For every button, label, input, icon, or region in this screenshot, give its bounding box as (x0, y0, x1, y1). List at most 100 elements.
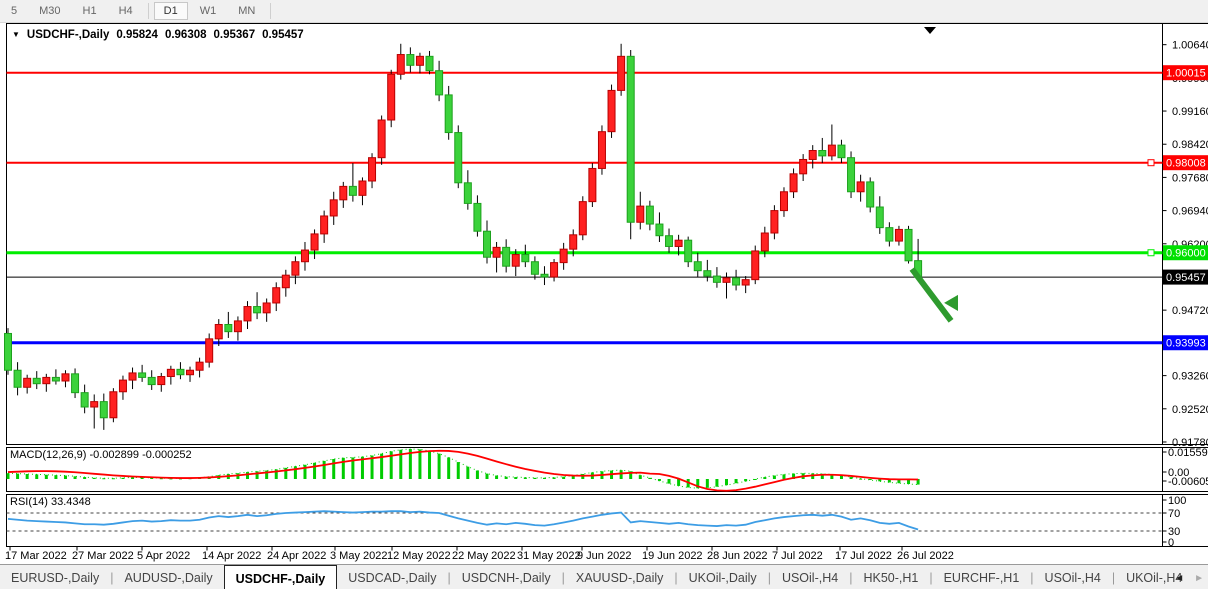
candle-up (378, 120, 385, 158)
candle-down (464, 183, 471, 204)
trading-terminal-window: 5M30H1H4 D1W1MN ▼ USDCHF-,Daily 0.95824 0… (0, 0, 1208, 589)
candle-up (24, 378, 31, 387)
candle-down (694, 262, 701, 271)
macd-hist-bar (332, 459, 335, 479)
chart-tab-eurusd-daily[interactable]: EURUSD-,Daily (0, 565, 110, 589)
candle-down (733, 278, 740, 285)
date-axis-label[interactable]: 7 Jul 2022 (772, 550, 823, 562)
date-axis-label[interactable]: 9 Jun 2022 (577, 550, 631, 562)
symbol-dropdown-icon[interactable]: ▼ (12, 30, 20, 39)
hline-handle[interactable] (1148, 250, 1154, 256)
price-axis-label: 0.96940 (1172, 206, 1208, 218)
candle-down (848, 158, 855, 192)
timeframe-button-5[interactable]: 5 (1, 2, 27, 20)
candle-down (522, 255, 529, 262)
macd-hist-bar (562, 477, 565, 479)
timeframe-button-h1[interactable]: H1 (73, 2, 107, 20)
candle-down (426, 56, 433, 70)
date-axis-label[interactable]: 14 Apr 2022 (202, 550, 261, 562)
timeframe-button-w1[interactable]: W1 (190, 2, 227, 20)
macd-hist-bar (715, 479, 718, 487)
macd-hist-bar (64, 476, 67, 479)
chart-tab-usdchf-daily[interactable]: USDCHF-,Daily (224, 565, 338, 589)
candle-up (167, 369, 174, 376)
candle-up (761, 233, 768, 251)
date-axis-label[interactable]: 12 May 2022 (387, 550, 451, 562)
candle-up (780, 192, 787, 211)
candle-up (282, 275, 289, 288)
macd-hist-bar (533, 478, 536, 479)
candle-up (618, 56, 625, 90)
candle-up (340, 186, 347, 199)
candle-down (5, 333, 12, 370)
macd-hist-bar (54, 475, 57, 479)
chart-tab-eurchf-h1[interactable]: EURCHF-,H1 (933, 565, 1031, 589)
timeframe-button-m30[interactable]: M30 (29, 2, 70, 20)
chart-tab-usdcnh-daily[interactable]: USDCNH-,Daily (451, 565, 562, 589)
candle-up (321, 216, 328, 234)
price-axis-label: 0.99160 (1172, 106, 1208, 118)
macd-axis-label: -0.006055 (1168, 476, 1208, 488)
chart-area: ▼ USDCHF-,Daily 0.95824 0.96308 0.95367 … (0, 23, 1208, 564)
candle-up (579, 202, 586, 235)
hline-handle[interactable] (1148, 160, 1154, 166)
candle-down (666, 236, 673, 247)
candle-up (589, 168, 596, 201)
timeframe-button-d1[interactable]: D1 (154, 2, 188, 20)
date-axis-label[interactable]: 17 Jul 2022 (835, 550, 892, 562)
date-axis-label[interactable]: 26 Jul 2022 (897, 550, 954, 562)
price-badge-text: 0.93993 (1166, 338, 1206, 350)
macd-hist-bar (735, 479, 738, 483)
candle-down (139, 373, 146, 377)
date-axis-label[interactable]: 24 Apr 2022 (267, 550, 326, 562)
date-axis-label[interactable]: 17 Mar 2022 (5, 550, 67, 562)
price-badge-text: 1.00015 (1166, 68, 1206, 80)
toolbar-separator (148, 3, 149, 19)
price-axis-label: 0.93260 (1172, 371, 1208, 383)
candle-down (52, 377, 59, 381)
price-axis-label: 1.00640 (1172, 40, 1208, 52)
macd-hist-bar (16, 474, 19, 479)
candle-up (570, 235, 577, 249)
chart-tab-usdcad-daily[interactable]: USDCAD-,Daily (337, 565, 447, 589)
chart-tab-audusd-daily[interactable]: AUDUSD-,Daily (113, 565, 223, 589)
macd-hist-bar (7, 473, 10, 479)
candle-down (886, 228, 893, 241)
price-badge-text: 0.95457 (1166, 272, 1206, 284)
date-axis-label[interactable]: 22 May 2022 (452, 550, 516, 562)
chart-tab-usoil-h4[interactable]: USOil-,H4 (1034, 565, 1112, 589)
tab-scroll-right-icon[interactable]: ► (1194, 573, 1204, 584)
candle-up (723, 278, 730, 282)
candle-up (560, 249, 567, 262)
chart-tab-ukoil-daily[interactable]: UKOil-,Daily (678, 565, 768, 589)
date-axis-label[interactable]: 3 May 2022 (330, 550, 387, 562)
candle-up (608, 90, 615, 131)
candle-up (895, 229, 902, 241)
price-chart-canvas[interactable]: 1.006400.999000.991600.984200.976800.969… (0, 23, 1208, 564)
macd-hist-bar (93, 478, 96, 479)
chart-tab-usoil-h4[interactable]: USOil-,H4 (771, 565, 849, 589)
tab-scroll-left-icon[interactable]: ◄ (1174, 573, 1184, 584)
candle-down (905, 229, 912, 260)
chart-tab-hk50-h1[interactable]: HK50-,H1 (852, 565, 929, 589)
timeframe-button-mn[interactable]: MN (228, 2, 265, 20)
candle-up (551, 263, 558, 277)
candle-up (234, 321, 241, 332)
macd-hist-bar (45, 475, 48, 479)
date-axis-label[interactable]: 19 Jun 2022 (642, 550, 703, 562)
date-axis-label[interactable]: 27 Mar 2022 (72, 550, 134, 562)
timeframe-button-h4[interactable]: H4 (109, 2, 143, 20)
candle-up (512, 255, 519, 267)
candle-up (416, 56, 423, 65)
candle-up (215, 324, 222, 338)
candle-down (33, 378, 40, 383)
chart-tab-xauusd-daily[interactable]: XAUUSD-,Daily (565, 565, 675, 589)
rsi-axis-label: 0 (1168, 537, 1174, 549)
date-axis-label[interactable]: 5 Apr 2022 (137, 550, 190, 562)
candle-up (206, 339, 213, 362)
candle-down (72, 374, 79, 393)
candle-down (100, 402, 107, 418)
macd-hist-bar (476, 471, 479, 479)
date-axis-label[interactable]: 31 May 2022 (517, 550, 581, 562)
date-axis-label[interactable]: 28 Jun 2022 (707, 550, 768, 562)
